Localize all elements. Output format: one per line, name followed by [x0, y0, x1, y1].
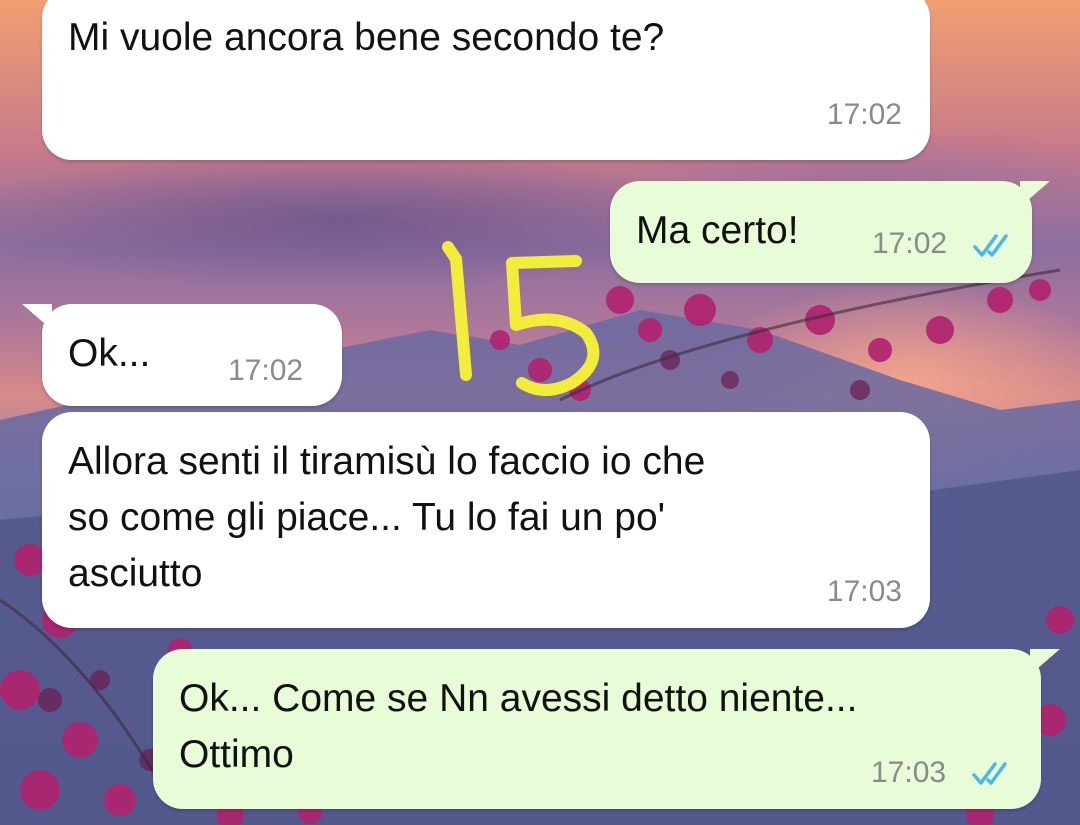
message-bubble-outgoing[interactable]: Ma certo! 17:02 [610, 181, 1032, 283]
message-bubble-incoming[interactable]: Mi vuole ancora bene secondo te? 17:02 [42, 0, 930, 160]
message-timestamp: 17:02 [228, 354, 304, 387]
message-text: Ok... [68, 332, 151, 375]
double-check-icon [972, 762, 1007, 785]
message-text: Ok... Come se Nn avessi detto niente... … [179, 677, 858, 776]
bubble-tail [1020, 181, 1050, 207]
message-bubble-outgoing[interactable]: Ok... Come se Nn avessi detto niente... … [153, 649, 1041, 809]
bubble-tail [1030, 649, 1060, 675]
message-bubble-incoming[interactable]: Allora senti il tiramisù lo faccio io ch… [42, 412, 930, 628]
message-bubble-incoming[interactable]: Ok... 17:02 [42, 304, 342, 406]
message-timestamp: 17:03 [826, 575, 902, 608]
handwritten-number-annotation [442, 241, 600, 396]
double-check-icon [973, 234, 1008, 257]
message-timestamp: 17:02 [872, 227, 948, 260]
message-timestamp: 17:02 [826, 98, 902, 131]
message-text: Mi vuole ancora bene secondo te? [68, 16, 665, 59]
message-timestamp: 17:03 [871, 756, 947, 789]
message-text: Allora senti il tiramisù lo faccio io ch… [68, 440, 706, 595]
message-text: Ma certo! [636, 209, 799, 252]
